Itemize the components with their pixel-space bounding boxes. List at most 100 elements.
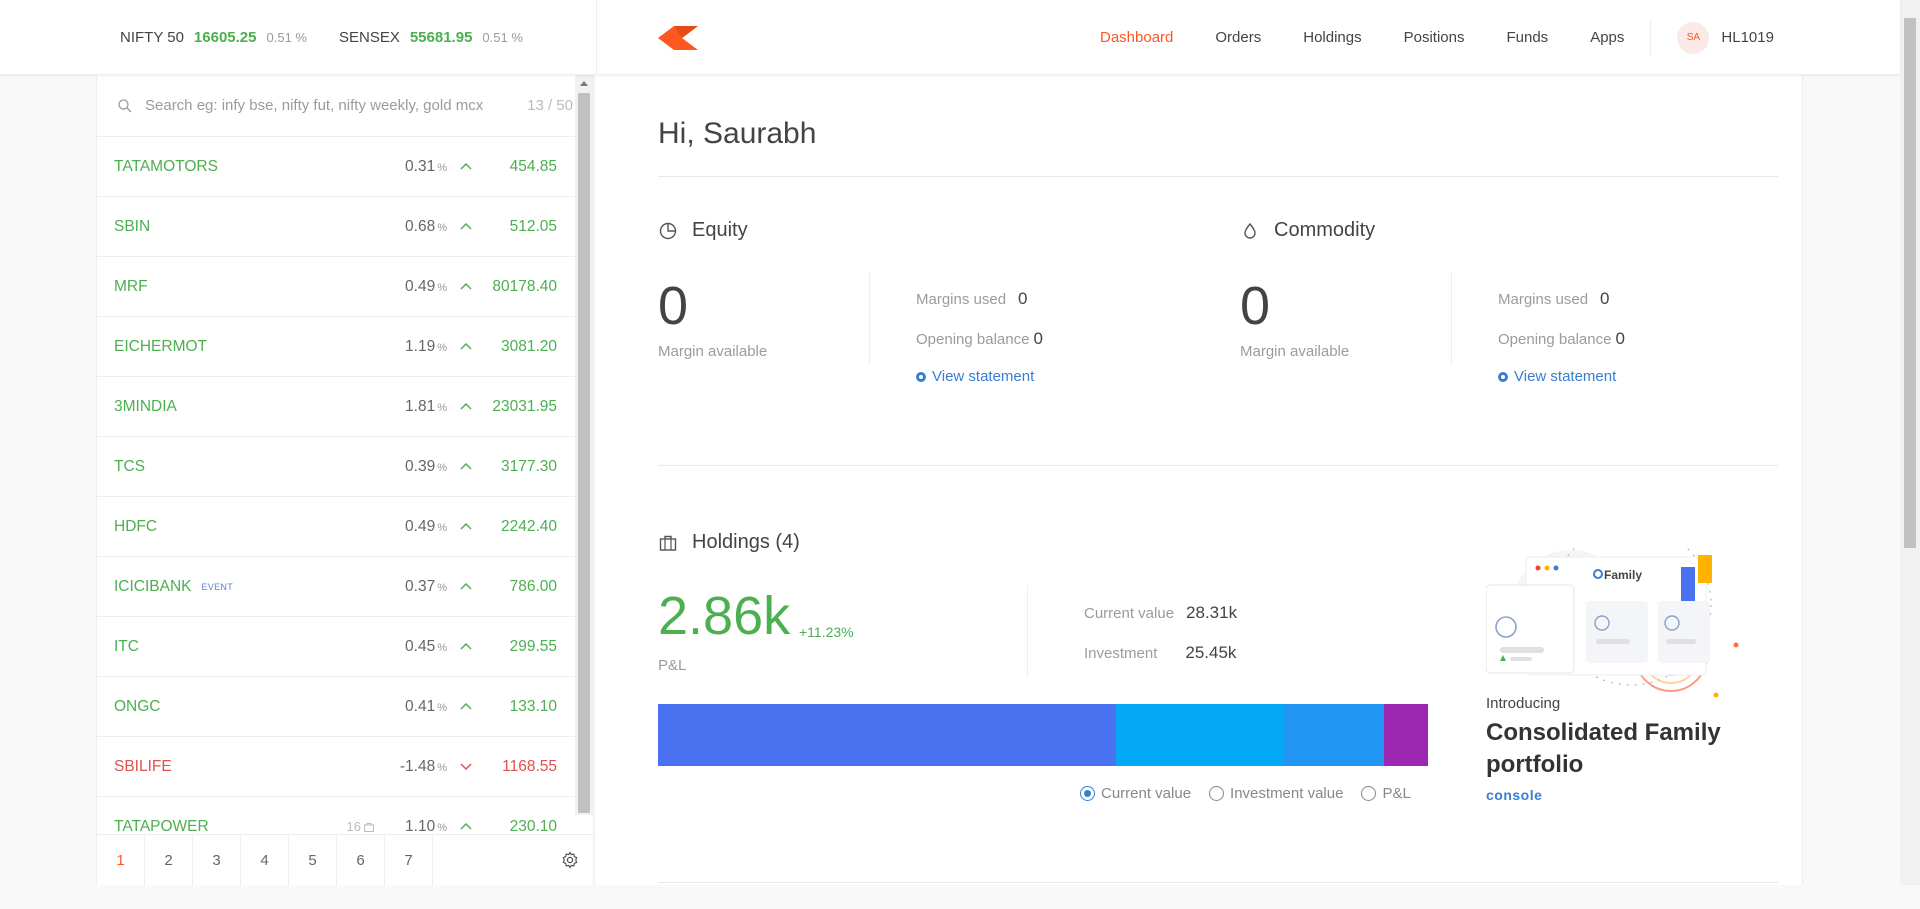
watchlist-row[interactable]: EICHERMOT 1.19% 3081.20: [97, 317, 577, 377]
holdings-section-title[interactable]: Holdings (4): [658, 531, 800, 554]
commodity-view-statement-link[interactable]: View statement: [1498, 368, 1616, 385]
instrument-symbol: TCS: [114, 458, 395, 476]
radio-investment-value[interactable]: Investment value: [1209, 785, 1343, 802]
nav-positions[interactable]: Positions: [1404, 29, 1465, 46]
watchlist-row[interactable]: ONGC 0.41% 133.10: [97, 677, 577, 737]
user-menu[interactable]: SA HL1019: [1677, 21, 1774, 54]
console-family-promo[interactable]: Family Introducing Consolidated Family p…: [1486, 545, 1776, 815]
holdings-bar-segment[interactable]: [1116, 704, 1284, 766]
change-percent: 1.10%: [395, 818, 447, 836]
pager-page-6[interactable]: 6: [337, 834, 385, 886]
change-value: 1.81: [405, 397, 436, 415]
change-value: 0.41: [405, 697, 436, 715]
divider: [1027, 585, 1028, 677]
scrollbar-thumb[interactable]: [1904, 18, 1916, 548]
nav-orders[interactable]: Orders: [1215, 29, 1261, 46]
nav-holdings[interactable]: Holdings: [1303, 29, 1361, 46]
radio-pnl[interactable]: P&L: [1361, 785, 1411, 802]
change-unit: %: [437, 581, 447, 594]
change-percent: 0.31%: [395, 158, 447, 176]
pager-page-7[interactable]: 7: [385, 834, 433, 886]
holdings-bar-segment[interactable]: [1384, 704, 1428, 766]
change-value: 0.31: [405, 157, 436, 175]
main-nav: Dashboard Orders Holdings Positions Fund…: [1100, 0, 1774, 75]
index-sensex[interactable]: SENSEX 55681.95 0.51 %: [339, 29, 523, 46]
market-indices: NIFTY 50 16605.25 0.51 % SENSEX 55681.95…: [0, 0, 597, 75]
page-title: Hi, Saurabh: [658, 117, 817, 150]
divider: [1451, 272, 1452, 365]
change-value: 0.49: [405, 277, 436, 295]
chevron-up-icon: [447, 159, 485, 175]
divider: [869, 272, 870, 365]
pager-page-3[interactable]: 3: [193, 834, 241, 886]
radio-current-value[interactable]: Current value: [1080, 785, 1191, 802]
watchlist-row[interactable]: SBILIFE -1.48% 1168.55: [97, 737, 577, 797]
nav-apps[interactable]: Apps: [1590, 29, 1624, 46]
pager-page-5[interactable]: 5: [289, 834, 337, 886]
opening-balance-label: Opening balance: [1498, 330, 1612, 348]
change-unit: %: [437, 281, 447, 294]
watchlist-row[interactable]: HDFC 0.49% 2242.40: [97, 497, 577, 557]
equity-view-statement-link[interactable]: View statement: [916, 368, 1034, 385]
radio-label: P&L: [1382, 785, 1411, 802]
page-scrollbar[interactable]: [1900, 0, 1920, 885]
equity-opening-balance: Opening balance 0: [916, 329, 1043, 349]
last-traded-price: 1168.55: [502, 757, 557, 775]
search-input[interactable]: [145, 97, 505, 114]
pager-page-2[interactable]: 2: [145, 834, 193, 886]
change-value: 1.10: [405, 817, 436, 835]
watchlist-row[interactable]: SBIN 0.68% 512.05: [97, 197, 577, 257]
change-value: 0.49: [405, 517, 436, 535]
nav-divider: [1650, 19, 1652, 56]
symbol-text: ONGC: [114, 697, 161, 715]
change-unit: %: [437, 401, 447, 414]
watchlist-row[interactable]: ICICIBANK EVENT 0.37% 786.00: [97, 557, 577, 617]
instrument-symbol: MRF: [114, 278, 395, 296]
holdings-bar-segment[interactable]: [658, 704, 1117, 766]
chevron-up-icon: [447, 699, 485, 715]
equity-margin-available: 0: [658, 276, 689, 336]
watchlist-count: 13 / 50: [523, 97, 573, 114]
last-traded-price: 512.05: [509, 217, 557, 235]
symbol-text: HDFC: [114, 517, 158, 535]
watchlist-scrollbar[interactable]: [575, 75, 593, 815]
holdings-distribution-bar[interactable]: [658, 704, 1428, 766]
drop-icon: [1244, 222, 1256, 239]
change-unit: %: [437, 821, 447, 834]
gear-icon[interactable]: [561, 851, 579, 869]
nav-dashboard[interactable]: Dashboard: [1100, 29, 1173, 46]
instrument-search: 13 / 50: [97, 75, 593, 137]
nav-funds[interactable]: Funds: [1506, 29, 1548, 46]
change-value: 0.39: [405, 457, 436, 475]
divider: [658, 882, 1778, 883]
margins-used-value: 0: [1600, 289, 1610, 308]
pager-page-4[interactable]: 4: [241, 834, 289, 886]
last-traded-price: 2242.40: [500, 517, 557, 535]
watchlist-row[interactable]: MRF 0.49% 80178.40: [97, 257, 577, 317]
opening-balance-label: Opening balance: [916, 330, 1030, 348]
scrollbar-thumb[interactable]: [578, 93, 590, 813]
investment-label: Investment: [1084, 644, 1158, 662]
change-value: -1.48: [399, 757, 436, 775]
index-nifty[interactable]: NIFTY 50 16605.25 0.51 %: [120, 29, 307, 46]
chevron-up-icon: [447, 639, 485, 655]
symbol-text: ICICIBANK: [114, 577, 192, 595]
watchlist-row[interactable]: TCS 0.39% 3177.30: [97, 437, 577, 497]
holdings-pnl-percent: +11.23%: [799, 624, 854, 640]
watchlist-row[interactable]: TATAMOTORS 0.31% 454.85: [97, 137, 577, 197]
last-traded-price: 133.10: [509, 697, 557, 715]
radio-label: Current value: [1101, 785, 1192, 802]
scroll-up-icon[interactable]: [580, 81, 588, 86]
watchlist-row[interactable]: 3MINDIA 1.81% 23031.95: [97, 377, 577, 437]
commodity-title: Commodity: [1274, 219, 1376, 241]
change-unit: %: [437, 641, 447, 654]
margins-used-label: Margins used: [916, 290, 1007, 308]
symbol-text: MRF: [114, 277, 148, 295]
change-percent: 0.68%: [395, 218, 447, 236]
view-statement-label: View statement: [932, 368, 1035, 385]
kite-logo-icon[interactable]: [658, 26, 698, 50]
change-unit: %: [437, 521, 447, 534]
pager-page-1[interactable]: 1: [97, 834, 145, 886]
holdings-bar-segment[interactable]: [1284, 704, 1385, 766]
watchlist-row[interactable]: ITC 0.45% 299.55: [97, 617, 577, 677]
